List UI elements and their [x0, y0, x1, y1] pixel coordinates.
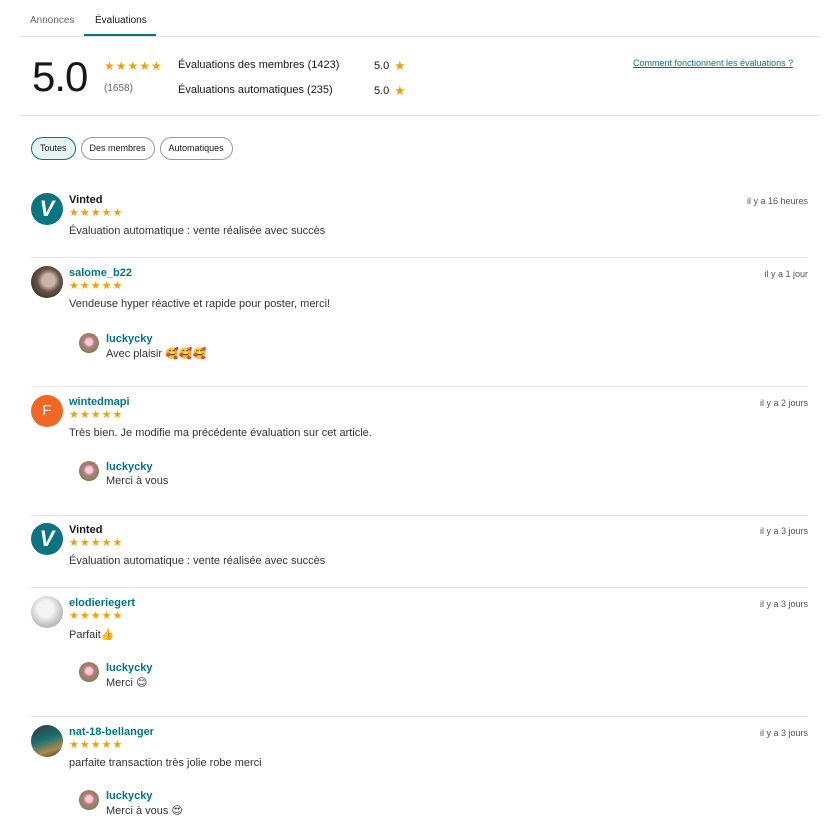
user-avatar[interactable]	[31, 725, 63, 757]
review-time: il y a 1 jour	[764, 269, 808, 279]
review-time: il y a 2 jours	[759, 398, 808, 408]
review-time: il y a 3 jours	[759, 599, 808, 609]
vinted-logo-avatar[interactable]: V	[31, 193, 63, 225]
review-time: il y a 16 heures	[746, 196, 808, 206]
review-item: nat-18-bellanger ★★★★★ parfaite transact…	[31, 725, 808, 830]
review-username[interactable]: Vinted	[69, 524, 102, 536]
filter-chips: Toutes Des membres Automatiques	[31, 137, 233, 160]
user-avatar[interactable]	[31, 596, 63, 628]
reply-text: Avec plaisir 🥰🥰🥰	[106, 348, 207, 360]
reply-username[interactable]: luckycky	[106, 790, 152, 802]
review-item: V Vinted ★★★★★ Évaluation automatique : …	[31, 523, 808, 588]
seller-avatar[interactable]	[79, 662, 99, 682]
review-text: parfaite transaction très jolie robe mer…	[69, 757, 262, 769]
user-avatar[interactable]: F	[31, 395, 63, 427]
filter-automatic[interactable]: Automatiques	[159, 137, 233, 160]
rating-summary: 5.0 ★★★★★ (1658) Évaluations des membres…	[19, 37, 820, 116]
review-username[interactable]: elodieriegert	[69, 597, 135, 609]
review-time: il y a 3 jours	[759, 526, 808, 536]
reply-username[interactable]: luckycky	[106, 461, 152, 473]
members-ratings-score: 5.0	[374, 60, 390, 72]
review-text: Très bien. Je modifie ma précédente éval…	[69, 427, 372, 439]
star-icon: ★	[394, 83, 406, 98]
reply-text: Merci 😊	[106, 677, 148, 689]
seller-avatar[interactable]	[79, 790, 99, 810]
review-text: Vendeuse hyper réactive et rapide pour p…	[69, 298, 331, 310]
vinted-logo-avatar[interactable]: V	[31, 523, 63, 555]
review-text: Évaluation automatique : vente réalisée …	[69, 555, 326, 567]
review-username[interactable]: Vinted	[69, 194, 102, 206]
reply-username[interactable]: luckycky	[106, 662, 152, 674]
members-ratings-label: Évaluations des membres (1423)	[178, 59, 340, 71]
reply-text: Merci à vous 😍	[106, 805, 183, 817]
review-item: V Vinted ★★★★★ Évaluation automatique : …	[31, 193, 808, 258]
filter-all[interactable]: Toutes	[31, 137, 76, 160]
review-time: il y a 3 jours	[759, 728, 808, 738]
review-stars: ★★★★★	[69, 739, 124, 751]
user-avatar[interactable]	[31, 266, 63, 298]
review-text: Évaluation automatique : vente réalisée …	[69, 225, 326, 237]
review-username[interactable]: wintedmapi	[69, 396, 130, 408]
tab-bar: Annonces Évaluations	[19, 0, 820, 37]
review-item: elodieriegert ★★★★★ Parfait👍 il y a 3 jo…	[31, 596, 808, 717]
review-stars: ★★★★★	[69, 280, 124, 292]
auto-ratings-score: 5.0	[374, 85, 390, 97]
overall-stars: ★★★★★	[104, 59, 163, 73]
review-item: F wintedmapi ★★★★★ Très bien. Je modifie…	[31, 395, 808, 516]
review-text: Parfait👍	[69, 629, 115, 641]
review-item: salome_b22 ★★★★★ Vendeuse hyper réactive…	[31, 266, 808, 387]
tab-evaluations[interactable]: Évaluations	[95, 15, 147, 26]
how-ratings-work-link[interactable]: Comment fonctionnent les évaluations ?	[633, 58, 793, 68]
overall-count: (1658)	[104, 83, 133, 94]
overall-score: 5.0	[32, 53, 88, 100]
reply-text: Merci à vous	[106, 475, 169, 487]
seller-avatar[interactable]	[79, 461, 99, 481]
review-stars: ★★★★★	[69, 409, 124, 421]
star-icon: ★	[394, 58, 406, 73]
tab-annonces[interactable]: Annonces	[30, 15, 74, 26]
review-stars: ★★★★★	[69, 207, 124, 219]
review-username[interactable]: salome_b22	[69, 267, 132, 279]
filter-members[interactable]: Des membres	[80, 137, 155, 160]
reply-username[interactable]: luckycky	[106, 333, 152, 345]
seller-avatar[interactable]	[79, 333, 99, 353]
review-username[interactable]: nat-18-bellanger	[69, 726, 154, 738]
review-stars: ★★★★★	[69, 610, 124, 622]
review-stars: ★★★★★	[69, 537, 124, 549]
active-tab-indicator	[84, 34, 156, 36]
auto-ratings-label: Évaluations automatiques (235)	[178, 84, 333, 96]
